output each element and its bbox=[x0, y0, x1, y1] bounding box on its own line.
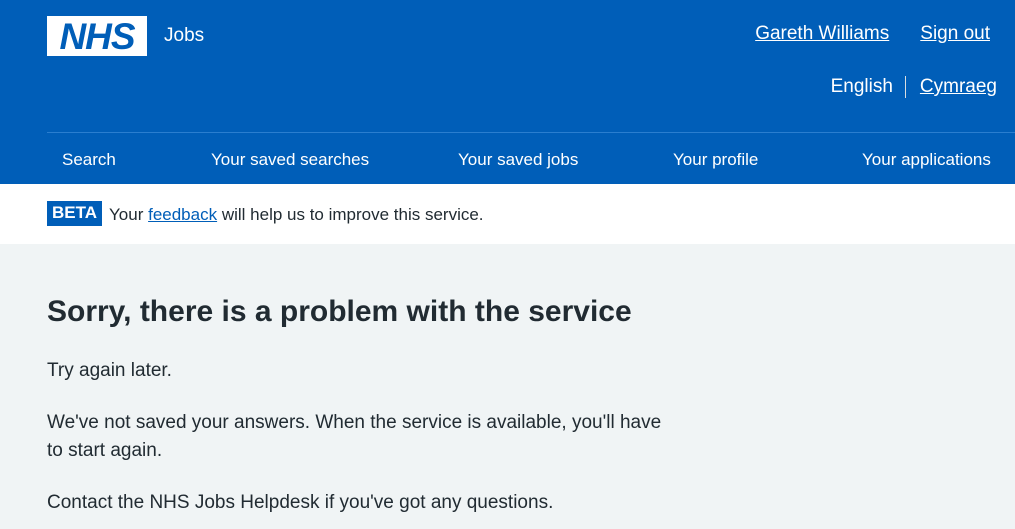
nav-item-search[interactable]: Search bbox=[62, 150, 116, 170]
beta-banner: BETA Your feedback will help us to impro… bbox=[0, 184, 1015, 244]
page-title: Sorry, there is a problem with the servi… bbox=[47, 295, 632, 328]
language-current: English bbox=[831, 76, 906, 98]
language-switcher: English Cymraeg bbox=[831, 76, 997, 98]
try-again-text: Try again later. bbox=[47, 360, 172, 381]
beta-message: Your feedback will help us to improve th… bbox=[109, 205, 484, 225]
nav-item-applications[interactable]: Your applications bbox=[862, 150, 991, 170]
language-cymraeg-link[interactable]: Cymraeg bbox=[906, 76, 997, 98]
nav-item-saved-searches[interactable]: Your saved searches bbox=[211, 150, 369, 170]
nhs-logo-text: NHS bbox=[59, 15, 135, 57]
nav-item-profile[interactable]: Your profile bbox=[673, 150, 758, 170]
site-header: NHS Jobs Gareth Williams Sign out Englis… bbox=[0, 0, 1015, 184]
nav-item-saved-jobs[interactable]: Your saved jobs bbox=[458, 150, 578, 170]
beta-tag: BETA bbox=[47, 201, 103, 226]
primary-navigation: Search Your saved searches Your saved jo… bbox=[47, 132, 1015, 185]
user-name-link[interactable]: Gareth Williams bbox=[755, 23, 889, 45]
beta-text-after: will help us to improve this service. bbox=[221, 205, 484, 224]
beta-text-before: Your bbox=[109, 205, 144, 224]
account-links: Gareth Williams Sign out bbox=[755, 23, 990, 45]
service-name[interactable]: Jobs bbox=[164, 25, 204, 47]
answers-not-saved-text: We've not saved your answers. When the s… bbox=[47, 412, 662, 461]
feedback-link[interactable]: feedback bbox=[148, 205, 217, 224]
contact-helpdesk-text: Contact the NHS Jobs Helpdesk if you've … bbox=[47, 492, 554, 513]
nhs-logo[interactable]: NHS bbox=[47, 16, 147, 56]
sign-out-link[interactable]: Sign out bbox=[920, 23, 990, 45]
